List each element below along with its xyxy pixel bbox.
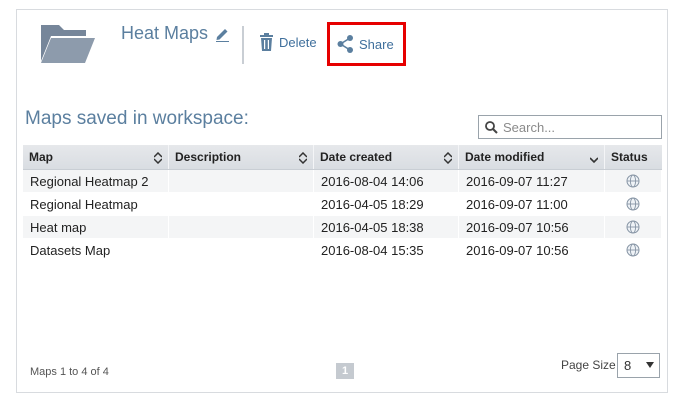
map-name-cell: Regional Heatmap (23, 192, 169, 216)
status-cell (605, 215, 662, 239)
column-header-map[interactable]: Map (23, 145, 169, 169)
page-size-select[interactable]: 8 (617, 353, 660, 378)
search-box[interactable] (478, 115, 662, 139)
sort-icon (154, 152, 162, 164)
sort-descending-icon (590, 157, 598, 164)
title-area: Heat Maps (121, 23, 230, 44)
column-header-date-modified[interactable]: Date modified (459, 145, 605, 169)
share-button[interactable]: Share (337, 35, 394, 53)
table-header: Map Description Date created Date modifi… (23, 145, 662, 170)
share-icon (337, 35, 353, 53)
maps-table: Map Description Date created Date modifi… (23, 145, 662, 262)
description-cell (169, 238, 314, 262)
pagination-summary: Maps 1 to 4 of 4 (30, 366, 109, 378)
globe-icon (626, 197, 640, 211)
sort-icon (299, 152, 307, 164)
sort-icon (444, 152, 452, 164)
search-input[interactable] (503, 119, 653, 135)
table-row[interactable]: Regional Heatmap 2016-04-05 18:29 2016-0… (23, 192, 662, 216)
globe-icon (626, 174, 640, 188)
date-created-cell: 2016-08-04 14:06 (314, 169, 459, 193)
delete-button[interactable]: Delete (259, 33, 317, 51)
date-modified-cell: 2016-09-07 10:56 (459, 215, 605, 239)
map-name-cell: Datasets Map (23, 238, 169, 262)
chevron-down-icon (646, 362, 654, 368)
description-cell (169, 169, 314, 193)
status-cell (605, 238, 662, 262)
map-name-cell: Heat map (23, 215, 169, 239)
page-1-button[interactable]: 1 (336, 363, 354, 379)
column-header-description[interactable]: Description (169, 145, 314, 169)
table-row[interactable]: Datasets Map 2016-08-04 15:35 2016-09-07… (23, 238, 662, 262)
globe-icon (626, 220, 640, 234)
date-modified-cell: 2016-09-07 11:00 (459, 192, 605, 216)
status-cell (605, 192, 662, 216)
folder-icon (41, 25, 95, 63)
description-cell (169, 192, 314, 216)
map-name-cell: Regional Heatmap 2 (23, 169, 169, 193)
column-header-date-created[interactable]: Date created (314, 145, 459, 169)
column-header-status[interactable]: Status (605, 145, 662, 169)
page-size-value: 8 (624, 358, 632, 373)
page-title: Heat Maps (121, 23, 209, 43)
date-created-cell: 2016-04-05 18:29 (314, 192, 459, 216)
table-row[interactable]: Regional Heatmap 2 2016-08-04 14:06 2016… (23, 169, 662, 193)
delete-label: Delete (279, 34, 317, 50)
section-title: Maps saved in workspace: (25, 108, 249, 129)
table-body: Regional Heatmap 2 2016-08-04 14:06 2016… (23, 169, 662, 262)
table-row[interactable]: Heat map 2016-04-05 18:38 2016-09-07 10:… (23, 215, 662, 239)
date-modified-cell: 2016-09-07 10:56 (459, 238, 605, 262)
trash-icon (260, 33, 273, 51)
globe-icon (626, 243, 640, 257)
date-created-cell: 2016-08-04 15:35 (314, 238, 459, 262)
description-cell (169, 215, 314, 239)
search-icon (485, 120, 498, 134)
header-divider (242, 26, 244, 64)
pencil-icon[interactable] (214, 26, 230, 42)
status-cell (605, 169, 662, 193)
date-created-cell: 2016-04-05 18:38 (314, 215, 459, 239)
share-label: Share (359, 36, 394, 52)
date-modified-cell: 2016-09-07 11:27 (459, 169, 605, 193)
page-size-label: Page Size (561, 358, 616, 372)
